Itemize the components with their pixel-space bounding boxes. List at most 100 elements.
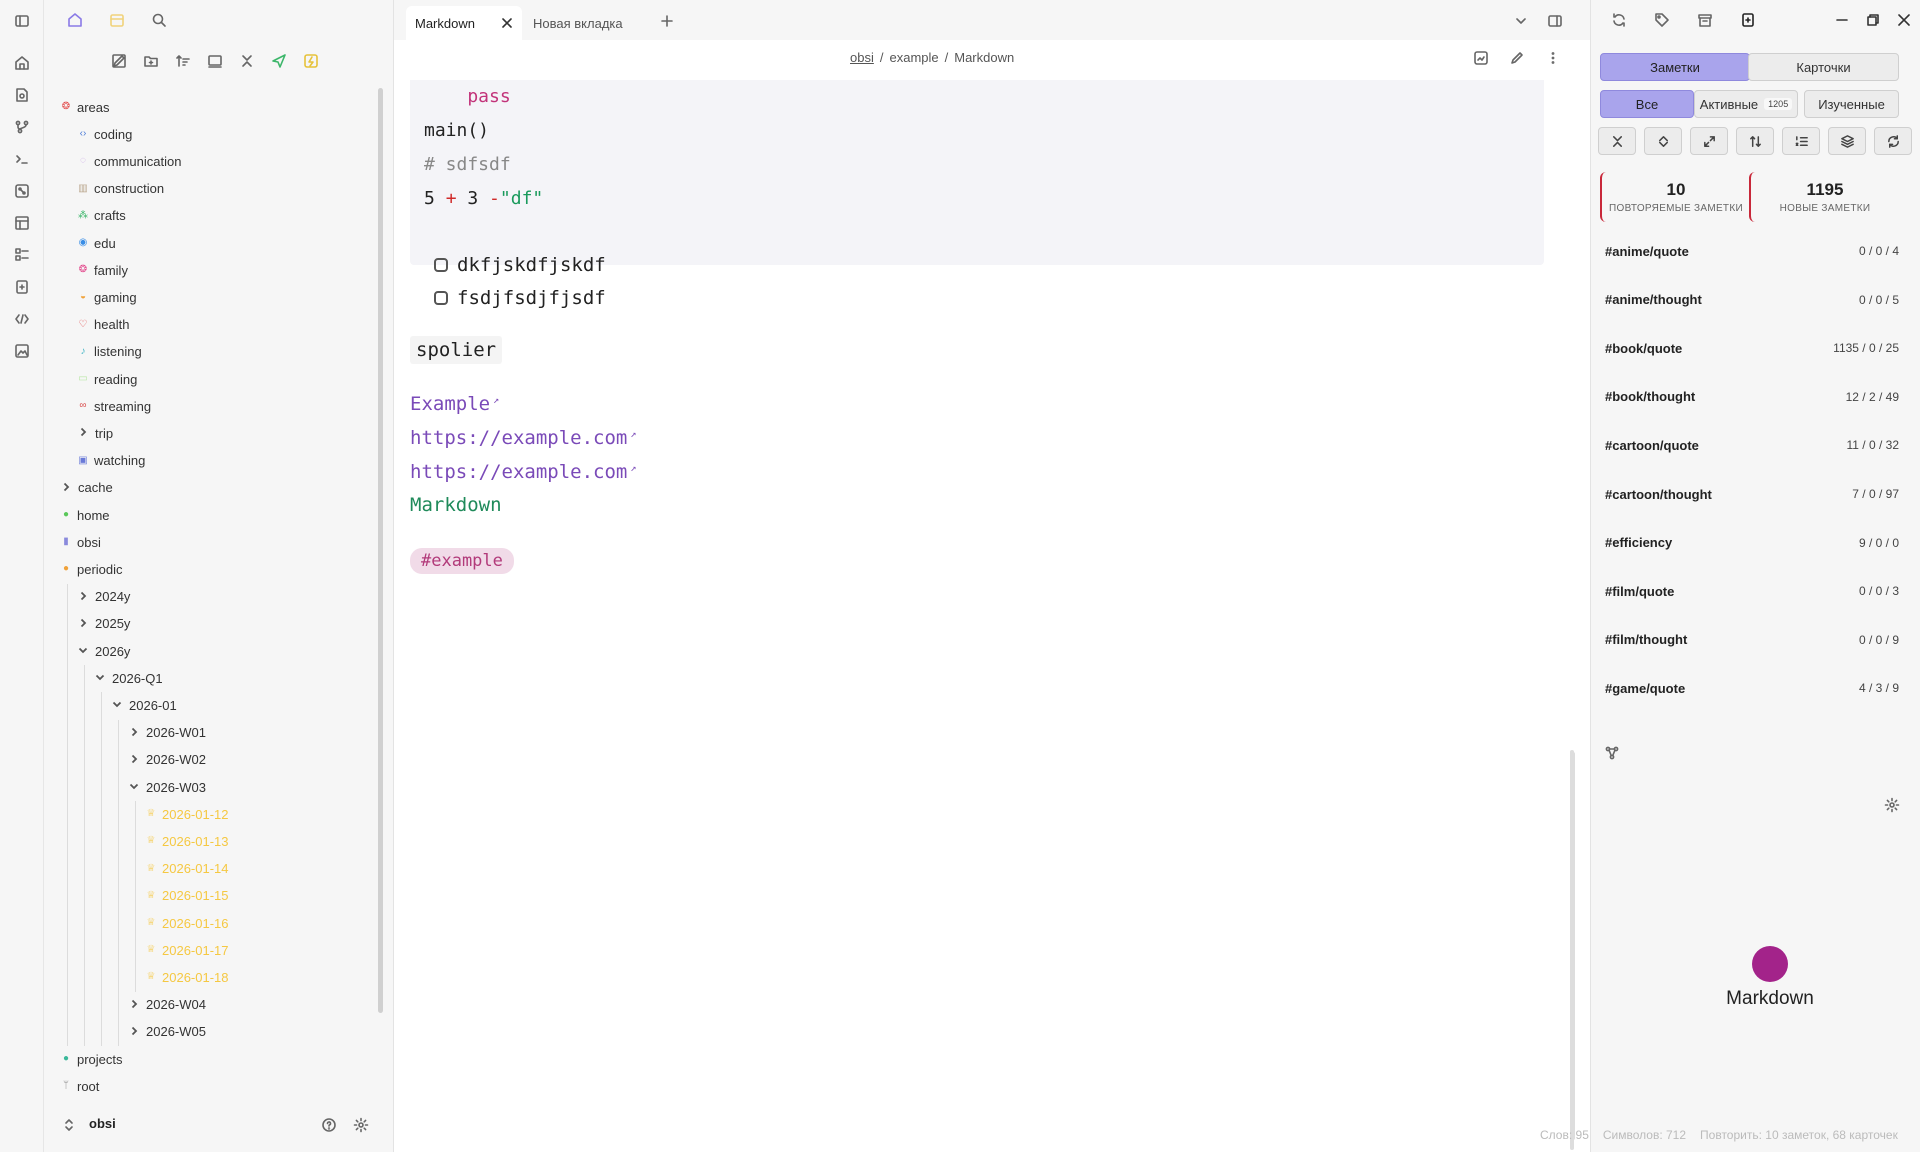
tree-item-2026-01-14[interactable]: ♕ 2026-01-14 xyxy=(145,856,229,882)
home-tab-icon[interactable] xyxy=(64,9,86,31)
tab-new[interactable]: Новая вкладка xyxy=(524,6,644,40)
refresh-icon[interactable] xyxy=(1874,127,1912,155)
tab-cards[interactable]: Карточки xyxy=(1748,53,1899,81)
tree-item-reading[interactable]: ▭ reading xyxy=(77,366,137,392)
tree-item-home[interactable]: ● home xyxy=(60,502,110,528)
deck-row[interactable]: #anime/thought 0 / 0 / 5 xyxy=(1605,287,1899,313)
local-graph-icon[interactable] xyxy=(1601,742,1623,764)
breadcrumb-note[interactable]: Markdown xyxy=(954,50,1014,65)
collapse-view-icon[interactable] xyxy=(204,50,226,72)
sort-icon[interactable] xyxy=(172,50,194,72)
tree-item-trip[interactable]: trip xyxy=(77,420,113,446)
file-search-icon[interactable] xyxy=(11,84,33,106)
right-sidebar-toggle-icon[interactable] xyxy=(1544,10,1566,32)
chevron-right-icon[interactable] xyxy=(77,590,91,604)
help-icon[interactable] xyxy=(318,1114,340,1136)
chevron-right-icon[interactable] xyxy=(77,426,91,440)
chevron-down-icon[interactable] xyxy=(77,644,91,658)
flashcards-panel-icon[interactable] xyxy=(1737,9,1759,31)
deck-row[interactable]: #game/quote 4 / 3 / 9 xyxy=(1605,675,1899,701)
edit-pencil-icon[interactable] xyxy=(1506,47,1528,69)
tree-item-2026-w05[interactable]: 2026-W05 xyxy=(128,1019,206,1045)
review-status[interactable]: Повторить: 10 заметок, 68 карточек xyxy=(1700,1128,1898,1142)
minimize-icon[interactable] xyxy=(1831,9,1853,31)
tree-item-2026-01-12[interactable]: ♕ 2026-01-12 xyxy=(145,801,229,827)
chevron-right-icon[interactable] xyxy=(77,617,91,631)
tree-item-2026-w01[interactable]: 2026-W01 xyxy=(128,720,206,746)
tree-item-2026-q1[interactable]: 2026-Q1 xyxy=(94,665,163,691)
breadcrumb-folder[interactable]: example xyxy=(889,50,938,65)
tree-item-obsi[interactable]: ▮ obsi xyxy=(60,529,101,555)
tree-item-listening[interactable]: ♪ listening xyxy=(77,339,142,365)
tree-item-2026-w03[interactable]: 2026-W03 xyxy=(128,774,206,800)
template-icon[interactable] xyxy=(11,308,33,330)
tree-item-construction[interactable]: ▥ construction xyxy=(77,176,164,202)
git-branch-icon[interactable] xyxy=(11,116,33,138)
tab-markdown[interactable]: Markdown xyxy=(406,6,522,40)
tree-item-streaming[interactable]: ∞ streaming xyxy=(77,393,151,419)
task-checkbox[interactable] xyxy=(434,258,448,272)
spoiler-block[interactable]: spolier xyxy=(410,336,503,364)
external-link[interactable]: https://example.com ↗ xyxy=(410,461,636,483)
search-icon[interactable] xyxy=(148,9,170,31)
tree-item-cache[interactable]: cache xyxy=(60,475,113,501)
tree-item-2025y[interactable]: 2025y xyxy=(77,611,130,637)
tree-item-communication[interactable]: ◌ communication xyxy=(77,148,181,174)
new-note-icon[interactable] xyxy=(108,50,130,72)
deck-row[interactable]: #book/quote 1135 / 0 / 25 xyxy=(1605,335,1899,361)
tree-item-watching[interactable]: ▣ watching xyxy=(77,448,145,474)
settings-gear-icon[interactable] xyxy=(350,1114,372,1136)
deck-row[interactable]: #efficiency 9 / 0 / 0 xyxy=(1605,530,1899,556)
chevron-down-icon[interactable] xyxy=(94,671,108,685)
chevron-down-icon[interactable] xyxy=(111,698,125,712)
filter-all[interactable]: Все xyxy=(1600,90,1694,118)
sync-icon[interactable] xyxy=(1608,9,1630,31)
tree-item-projects[interactable]: ● projects xyxy=(60,1046,123,1072)
explorer-scrollbar[interactable] xyxy=(378,88,383,1013)
internal-link[interactable]: Markdown xyxy=(410,494,502,516)
terminal-icon[interactable] xyxy=(11,148,33,170)
deck-row[interactable]: #cartoon/thought 7 / 0 / 97 xyxy=(1605,481,1899,507)
chevron-right-icon[interactable] xyxy=(60,481,74,495)
chevron-down-icon[interactable] xyxy=(128,780,142,794)
expand-icon[interactable] xyxy=(1644,127,1682,155)
deck-row[interactable]: #book/thought 12 / 2 / 49 xyxy=(1605,384,1899,410)
chevron-right-icon[interactable] xyxy=(128,753,142,767)
task-checkbox[interactable] xyxy=(434,291,448,305)
graph-view-icon[interactable] xyxy=(11,180,33,202)
close-icon[interactable] xyxy=(496,12,518,34)
tree-item-2026-w02[interactable]: 2026-W02 xyxy=(128,747,206,773)
sort-order-icon[interactable] xyxy=(1736,127,1774,155)
graph-settings-gear-icon[interactable] xyxy=(1881,794,1903,816)
deck-row[interactable]: #cartoon/quote 11 / 0 / 32 xyxy=(1605,432,1899,458)
graph-node[interactable] xyxy=(1752,946,1788,982)
archive-icon[interactable] xyxy=(1694,9,1716,31)
tree-item-family[interactable]: ❂ family xyxy=(77,257,128,283)
home-icon[interactable] xyxy=(11,52,33,74)
chevron-right-icon[interactable] xyxy=(128,726,142,740)
chevron-right-icon[interactable] xyxy=(128,998,142,1012)
fullscreen-icon[interactable] xyxy=(1690,127,1728,155)
flash-icon[interactable] xyxy=(300,50,322,72)
code-block[interactable]: pass main() # sdfsdf 5 + 3 -"df" xyxy=(410,80,1544,265)
tree-item-periodic[interactable]: ● periodic xyxy=(60,556,123,582)
tree-item-edu[interactable]: ◉ edu xyxy=(77,230,116,256)
external-link[interactable]: https://example.com ↗ xyxy=(410,427,636,449)
tree-item-root[interactable]: ᛘ root xyxy=(60,1073,99,1099)
tree-item-2024y[interactable]: 2024y xyxy=(77,584,130,610)
tree-item-gaming[interactable]: ◒ gaming xyxy=(77,284,137,310)
layers-icon[interactable] xyxy=(1828,127,1866,155)
vault-name[interactable]: obsi xyxy=(89,1116,116,1131)
tree-item-2026-01-15[interactable]: ♕ 2026-01-15 xyxy=(145,883,229,909)
tree-item-2026-01-13[interactable]: ♕ 2026-01-13 xyxy=(145,828,229,854)
layout-icon[interactable] xyxy=(11,212,33,234)
collapse-icon[interactable] xyxy=(1598,127,1636,155)
external-link[interactable]: Example ↗ xyxy=(410,393,499,415)
sidebar-toggle-icon[interactable] xyxy=(11,10,33,32)
restore-icon[interactable] xyxy=(1862,9,1884,31)
deck-row[interactable]: #anime/quote 0 / 0 / 4 xyxy=(1605,238,1899,264)
chevron-updown-icon[interactable] xyxy=(58,1114,80,1136)
tree-item-2026y[interactable]: 2026y xyxy=(77,638,130,664)
close-window-icon[interactable] xyxy=(1893,9,1915,31)
flashcards-icon[interactable] xyxy=(11,276,33,298)
